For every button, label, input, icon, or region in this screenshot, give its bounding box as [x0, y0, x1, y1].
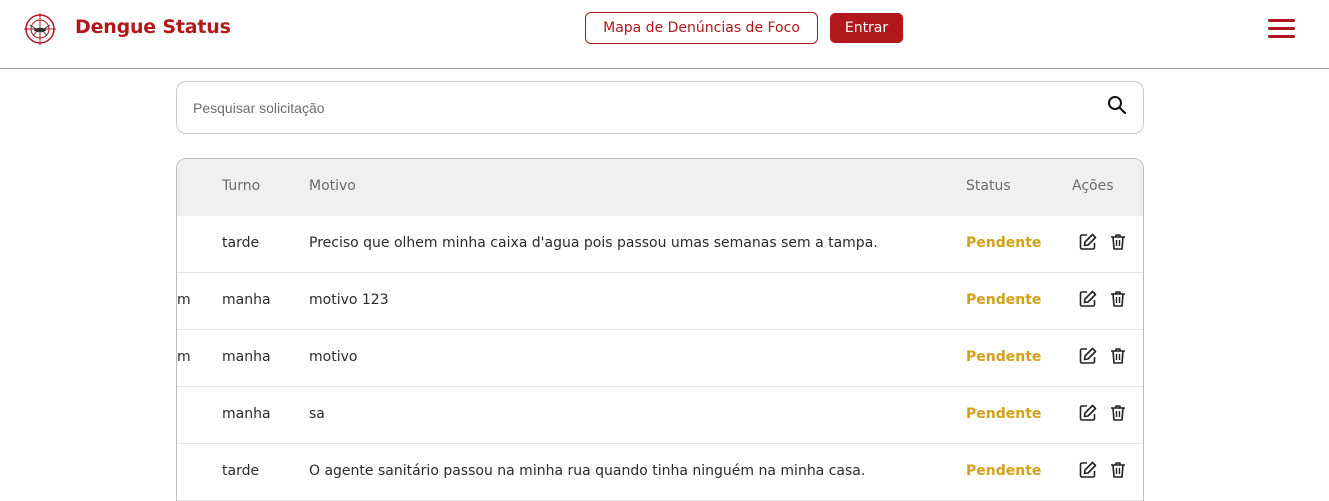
table-row: manha sa Pendente: [177, 387, 1143, 444]
turno-cell: manha: [222, 349, 271, 365]
table-row: tarde Preciso que olhem minha caixa d'ag…: [177, 216, 1143, 273]
motivo-cell: sa: [309, 406, 325, 422]
top-navbar: Dengue Status Mapa de Denúncias de Foco …: [0, 0, 1329, 69]
status-badge: Pendente: [966, 235, 1042, 251]
column-header-motivo: Motivo: [309, 178, 356, 194]
search-box: [176, 81, 1144, 134]
status-badge: Pendente: [966, 406, 1042, 422]
truncated-cell: m: [177, 349, 191, 365]
motivo-cell: O agente sanitário passou na minha rua q…: [309, 463, 866, 479]
motivo-cell: Preciso que olhem minha caixa d'agua poi…: [309, 235, 878, 251]
map-reports-button[interactable]: Mapa de Denúncias de Foco: [585, 12, 818, 44]
turno-cell: tarde: [222, 235, 260, 251]
trash-icon[interactable]: [1108, 460, 1128, 480]
truncated-cell: m: [177, 292, 191, 308]
table-row: m manha motivo Pendente: [177, 330, 1143, 387]
column-header-acoes: Ações: [1072, 178, 1114, 194]
trash-icon[interactable]: [1108, 403, 1128, 423]
status-badge: Pendente: [966, 292, 1042, 308]
search-input[interactable]: [193, 96, 1073, 120]
table-row: tarde O agente sanitário passou na minha…: [177, 444, 1143, 501]
edit-icon[interactable]: [1078, 460, 1098, 480]
edit-icon[interactable]: [1078, 346, 1098, 366]
requests-table: Turno Motivo Status Ações tarde Preciso …: [176, 158, 1144, 501]
status-badge: Pendente: [966, 349, 1042, 365]
turno-cell: manha: [222, 292, 271, 308]
trash-icon[interactable]: [1108, 232, 1128, 252]
mosquito-logo-icon[interactable]: [24, 13, 56, 45]
trash-icon[interactable]: [1108, 289, 1128, 309]
edit-icon[interactable]: [1078, 289, 1098, 309]
motivo-cell: motivo 123: [309, 292, 389, 308]
search-icon[interactable]: [1107, 95, 1127, 115]
trash-icon[interactable]: [1108, 346, 1128, 366]
motivo-cell: motivo: [309, 349, 358, 365]
brand-title[interactable]: Dengue Status: [75, 16, 231, 38]
turno-cell: tarde: [222, 463, 260, 479]
table-row: m manha motivo 123 Pendente: [177, 273, 1143, 330]
hamburger-menu-icon[interactable]: [1268, 19, 1295, 39]
login-button[interactable]: Entrar: [830, 13, 903, 43]
status-badge: Pendente: [966, 463, 1042, 479]
edit-icon[interactable]: [1078, 232, 1098, 252]
column-header-status: Status: [966, 178, 1011, 194]
table-header-row: Turno Motivo Status Ações: [177, 159, 1143, 216]
column-header-turno: Turno: [222, 178, 261, 194]
edit-icon[interactable]: [1078, 403, 1098, 423]
turno-cell: manha: [222, 406, 271, 422]
